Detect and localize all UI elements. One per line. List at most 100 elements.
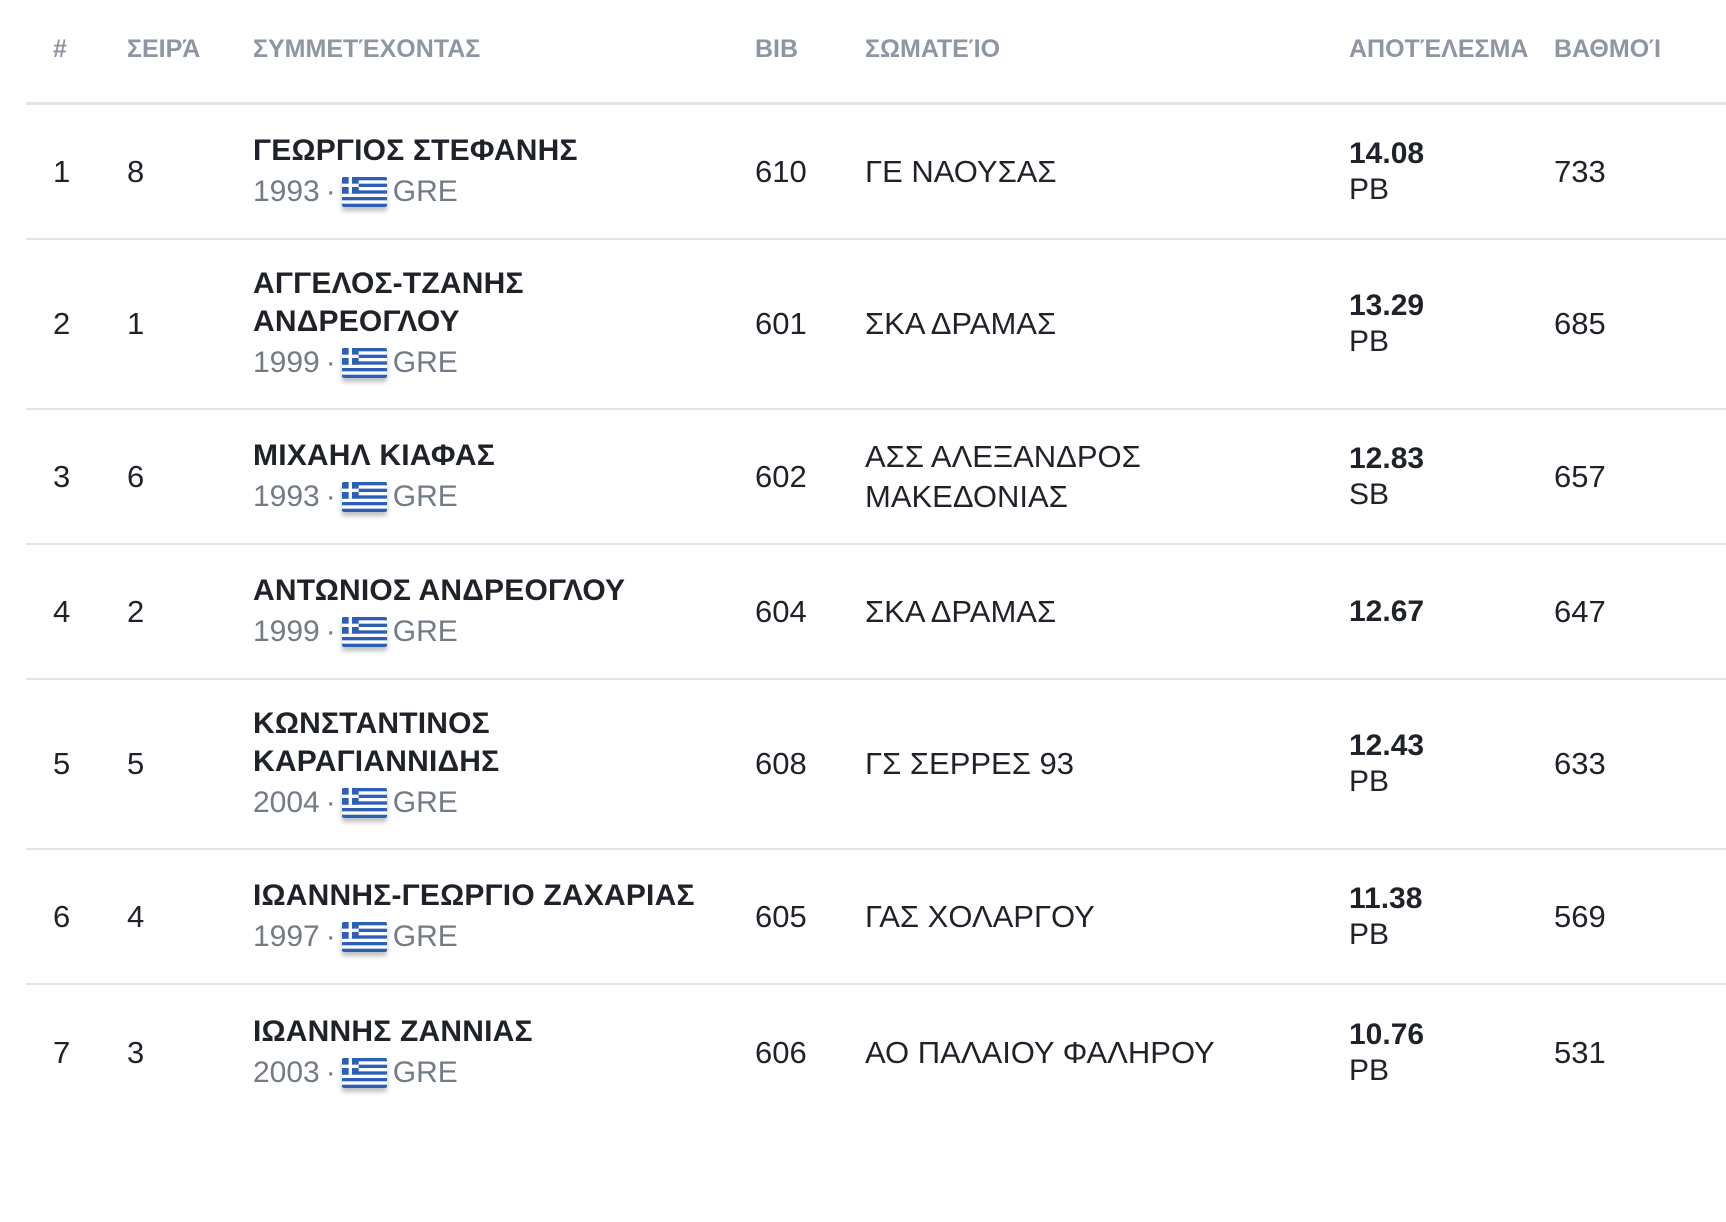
birth-year: 1993 [253,479,320,513]
athlete-name[interactable]: ΙΩΑΝΝΗΣ ΖΑΝΝΙΑΣ [253,1013,723,1051]
result-note-badge: PB [1349,325,1390,358]
athlete-cell: ΜΙΧΑΗΛ ΚΙΑΦΑΣ 1993 · GRE [253,410,723,543]
result-cell: 12.83 SB [1349,410,1539,543]
result-cell: 12.67 [1349,545,1539,678]
points-cell: 647 [1554,593,1606,629]
bib-cell: 608 [755,746,807,781]
lane-cell: 1 [127,306,145,341]
result-value: 13.29 [1349,289,1425,322]
table-row[interactable]: 3 6 ΜΙΧΑΗΛ ΚΙΑΦΑΣ 1993 · GRE 602 ΑΣΣ ΑΛΕ… [26,410,1726,545]
results-table: # ΣΕΙΡΆ ΣΥΜΜΕΤΈΧΟΝΤΑΣ BIB ΣΩΜΑΤΕΊΟ ΑΠΟΤΈ… [26,0,1726,1120]
greece-flag-icon [341,481,387,512]
rank-cell: 2 [53,306,71,341]
lane-cell: 5 [127,746,145,781]
birth-year: 1997 [253,919,320,953]
points-cell: 633 [1554,746,1606,781]
club-cell: ΑΟ ΠΑΛΑΙΟΥ ΦΑΛΗΡΟΥ [865,985,1305,1120]
table-row[interactable]: 2 1 ΑΓΓΕΛΟΣ-ΤΖΑΝΗΣ ΑΝΔΡΕΟΓΛΟΥ 1999 · GRE… [26,240,1726,410]
club-cell: ΓΕ ΝΑΟΥΣΑΣ [865,105,1305,238]
greece-flag-icon [341,921,387,952]
athlete-name[interactable]: ΓΕΩΡΓΙΟΣ ΣΤΕΦΑΝΗΣ [253,132,723,170]
result-value: 10.76 [1349,1017,1425,1051]
athlete-meta: 2003 · GRE [253,1053,723,1093]
greece-flag-icon [341,348,387,378]
table-header: # ΣΕΙΡΆ ΣΥΜΜΕΤΈΧΟΝΤΑΣ BIB ΣΩΜΑΤΕΊΟ ΑΠΟΤΈ… [26,0,1726,105]
club-cell: ΑΣΣ ΑΛΕΞΑΝΔΡΟΣ ΜΑΚΕΔΟΝΙΑΣ [865,410,1305,543]
lane-cell: 6 [127,458,145,494]
club-name: ΓΣ ΣΕΡΡΕΣ 93 [865,746,1074,781]
table-row[interactable]: 6 4 ΙΩΑΝΝΗΣ-ΓΕΩΡΓΙΟ ΖΑΧΑΡΙΑΣ 1997 · GRE … [26,850,1726,985]
lane-cell: 4 [127,898,145,934]
lane-cell: 8 [127,153,145,189]
points-cell: 733 [1554,153,1606,189]
result-value: 12.67 [1349,594,1425,628]
club-name: ΑΣΣ ΑΛΕΞΑΝΔΡΟΣ ΜΑΚΕΔΟΝΙΑΣ [865,438,1141,514]
result-cell: 11.38 PB [1349,850,1539,983]
greece-flag-icon [341,788,387,818]
points-cell: 657 [1554,458,1606,494]
club-name: ΣΚΑ ΔΡΑΜΑΣ [865,593,1057,629]
lane-cell: 2 [127,593,145,629]
athlete-meta: 1993 · GRE [253,477,723,517]
athlete-name[interactable]: ΙΩΑΝΝΗΣ-ΓΕΩΡΓΙΟ ΖΑΧΑΡΙΑΣ [253,877,723,915]
points-cell: 685 [1554,306,1606,341]
club-cell: ΣΚΑ ΔΡΑΜΑΣ [865,545,1305,678]
result-cell: 12.43 PB [1349,680,1539,848]
meta-separator: · [325,1055,336,1089]
greece-flag-icon [341,616,387,647]
country-code: GRE [392,174,458,208]
header-points[interactable]: ΒΑΘΜΟΊ [1554,0,1704,102]
table-row[interactable]: 4 2 ΑΝΤΩΝΙΟΣ ΑΝΔΡΕΟΓΛΟΥ 1999 · GRE 604 Σ… [26,545,1726,680]
table-row[interactable]: 7 3 ΙΩΑΝΝΗΣ ΖΑΝΝΙΑΣ 2003 · GRE 606 ΑΟ ΠΑ… [26,985,1726,1120]
header-result[interactable]: ΑΠΟΤΈΛΕΣΜΑ [1349,0,1539,102]
table-row[interactable]: 1 8 ΓΕΩΡΓΙΟΣ ΣΤΕΦΑΝΗΣ 1993 · GRE 610 ΓΕ … [26,105,1726,240]
result-cell: 10.76 PB [1349,985,1539,1120]
result-value: 14.08 [1349,136,1425,170]
birth-year: 1999 [253,614,320,648]
athlete-meta: 1997 · GRE [253,917,723,957]
club-cell: ΓΣ ΣΕΡΡΕΣ 93 [865,680,1305,848]
table-row[interactable]: 5 5 ΚΩΝΣΤΑΝΤΙΝΟΣ ΚΑΡΑΓΙΑΝΝΙΔΗΣ 2004 · GR… [26,680,1726,850]
bib-cell: 601 [755,306,807,341]
bib-cell: 606 [755,1034,807,1070]
header-lane[interactable]: ΣΕΙΡΆ [127,0,207,102]
athlete-name[interactable]: ΜΙΧΑΗΛ ΚΙΑΦΑΣ [253,437,723,475]
bib-cell: 602 [755,458,807,494]
athlete-meta: 1999 · GRE [253,612,723,652]
header-athlete[interactable]: ΣΥΜΜΕΤΈΧΟΝΤΑΣ [253,0,723,102]
athlete-meta: 2004 · GRE [253,783,723,823]
rank-cell: 3 [53,458,71,494]
athlete-meta: 1993 · GRE [253,172,723,212]
header-rank[interactable]: # [53,0,103,102]
table-body: 1 8 ΓΕΩΡΓΙΟΣ ΣΤΕΦΑΝΗΣ 1993 · GRE 610 ΓΕ … [26,105,1726,1120]
result-note-badge: PB [1349,765,1390,798]
club-cell: ΓΑΣ ΧΟΛΑΡΓΟΥ [865,850,1305,983]
athlete-cell: ΙΩΑΝΝΗΣ ΖΑΝΝΙΑΣ 2003 · GRE [253,985,723,1120]
result-note-badge: SB [1349,477,1390,511]
club-name: ΑΟ ΠΑΛΑΙΟΥ ΦΑΛΗΡΟΥ [865,1034,1215,1070]
rank-cell: 6 [53,898,71,934]
club-name: ΓΕ ΝΑΟΥΣΑΣ [865,153,1057,189]
country-code: GRE [392,614,458,648]
header-club[interactable]: ΣΩΜΑΤΕΊΟ [865,0,1305,102]
birth-year: 1993 [253,174,320,208]
athlete-cell: ΑΝΤΩΝΙΟΣ ΑΝΔΡΕΟΓΛΟΥ 1999 · GRE [253,545,723,678]
club-cell: ΣΚΑ ΔΡΑΜΑΣ [865,240,1305,408]
athlete-meta: 1999 · GRE [253,343,723,383]
bib-cell: 605 [755,898,807,934]
header-bib[interactable]: BIB [755,0,835,102]
result-cell: 13.29 PB [1349,240,1539,408]
athlete-cell: ΓΕΩΡΓΙΟΣ ΣΤΕΦΑΝΗΣ 1993 · GRE [253,105,723,238]
country-code: GRE [392,786,458,819]
result-value: 12.83 [1349,441,1425,475]
athlete-name[interactable]: ΑΓΓΕΛΟΣ-ΤΖΑΝΗΣ ΑΝΔΡΕΟΓΛΟΥ [253,265,723,341]
athlete-name[interactable]: ΑΝΤΩΝΙΟΣ ΑΝΔΡΕΟΓΛΟΥ [253,572,723,610]
country-code: GRE [392,479,458,513]
meta-separator: · [325,786,336,819]
result-note-badge: PB [1349,1053,1390,1087]
meta-separator: · [325,919,336,953]
meta-separator: · [325,614,336,648]
athlete-name[interactable]: ΚΩΝΣΤΑΝΤΙΝΟΣ ΚΑΡΑΓΙΑΝΝΙΔΗΣ [253,705,723,781]
rank-cell: 4 [53,593,71,629]
athlete-cell: ΑΓΓΕΛΟΣ-ΤΖΑΝΗΣ ΑΝΔΡΕΟΓΛΟΥ 1999 · GRE [253,240,723,408]
